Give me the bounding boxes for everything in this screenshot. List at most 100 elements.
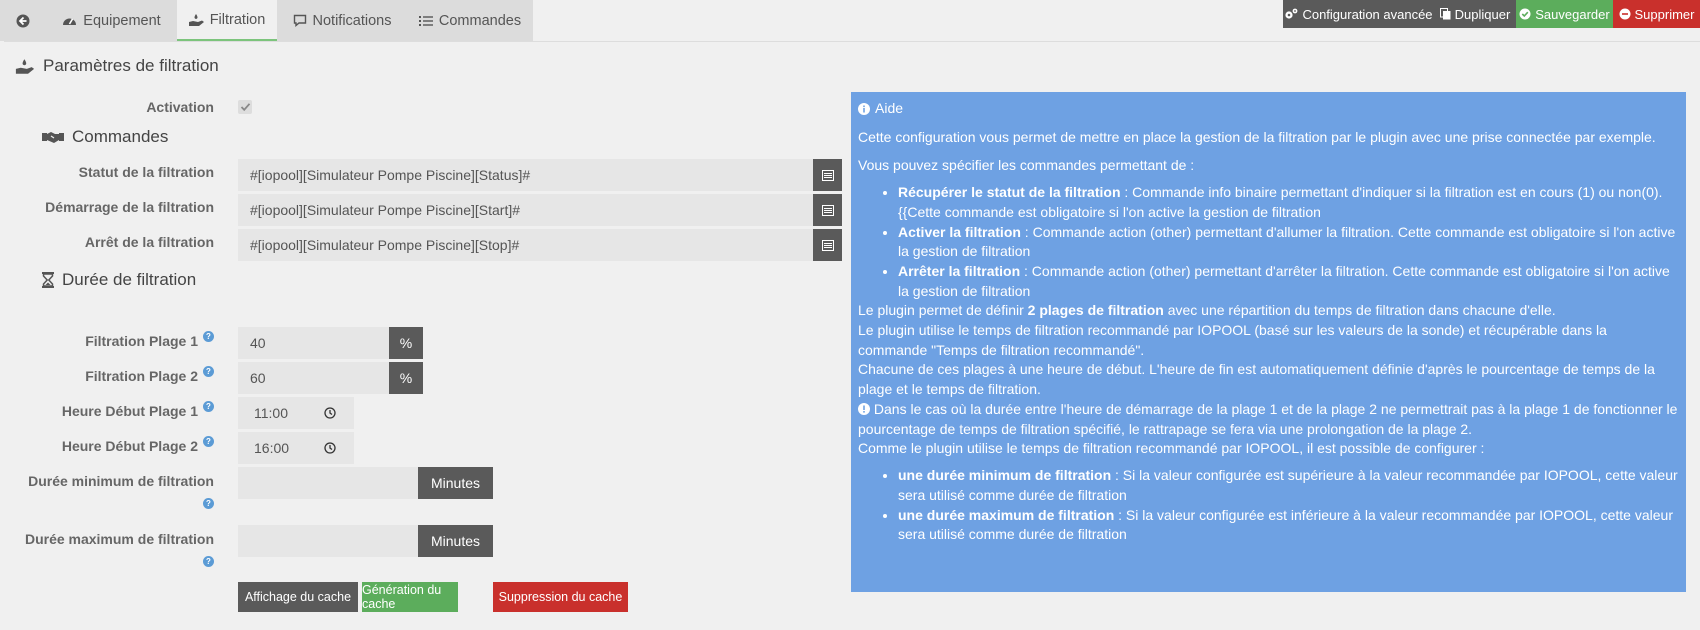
list-icon (418, 15, 433, 26)
checkmark-icon (240, 103, 250, 112)
tab-filtration[interactable]: Filtration (177, 0, 277, 41)
plage2-help-icon[interactable]: ? (203, 366, 214, 377)
delete-button[interactable]: Supprimer (1613, 0, 1700, 28)
tab-notifications-label: Notifications (312, 12, 392, 29)
help-command-name: Arrêter la filtration (898, 263, 1021, 280)
advanced-config-label: Configuration avancée (1302, 6, 1433, 22)
back-arrow-icon (16, 14, 30, 27)
tab-commandes-label: Commandes (438, 12, 522, 29)
help-plages-line4-text: Dans le cas où la durée entre l'heure de… (858, 400, 1678, 437)
help-minmax-name: une durée maximum de filtration (898, 506, 1115, 523)
handshake-icon (42, 132, 64, 143)
comment-icon (293, 14, 306, 27)
help-title: Aide (858, 99, 1680, 119)
heure2-time-input[interactable]: 16:00 (238, 432, 354, 464)
statut-label: Statut de la filtration (78, 164, 214, 180)
cache-delete-button[interactable]: Suppression du cache (493, 582, 628, 612)
list-alt-icon (821, 169, 834, 181)
min-duree-label: Durée minimum de filtration (28, 473, 214, 489)
help-command-item: Arrêter la filtration : Commande action … (898, 262, 1680, 302)
tab-commandes[interactable]: Commandes (407, 0, 533, 41)
help-plages-line1: Le plugin permet de définir 2 plages de … (858, 301, 1680, 321)
help-minmax-name: une durée minimum de filtration (898, 467, 1112, 483)
delete-label: Supprimer (1634, 6, 1695, 22)
save-button[interactable]: Sauvegarder (1516, 0, 1613, 28)
heure1-value: 11:00 (254, 405, 288, 421)
help-minmax-item: une durée maximum de filtration : Si la … (898, 506, 1680, 546)
cogs-icon (1285, 8, 1298, 19)
plage1-help-icon[interactable]: ? (203, 331, 214, 342)
section-title-parametres: Paramètres de filtration (15, 56, 219, 76)
heure1-time-input[interactable]: 11:00 (238, 397, 354, 429)
tab-filtration-label: Filtration (209, 11, 266, 28)
help-command-item: Activer la filtration : Commande action … (898, 223, 1680, 263)
minus-circle-icon (1619, 8, 1631, 20)
help-plages-line2: Le plugin utilise le temps de filtration… (858, 321, 1607, 358)
help-plages-line3: Chacune de ces plages à une heure de déb… (858, 361, 1655, 398)
list-alt-icon (821, 204, 834, 216)
commandes-title-text: Commandes (72, 127, 169, 146)
duplicate-label: Dupliquer (1454, 6, 1511, 22)
section-title-commandes: Commandes (42, 127, 168, 147)
save-label: Sauvegarder (1535, 6, 1610, 22)
max-duree-label: Durée maximum de filtration (24, 531, 214, 547)
statut-input[interactable]: #[iopool][Simulateur Pompe Piscine][Stat… (238, 159, 813, 191)
section-title-text: Paramètres de filtration (43, 56, 219, 75)
heure1-help-icon[interactable]: ? (203, 401, 214, 412)
help-commands-list: Récupérer le statut de la filtration : C… (858, 183, 1680, 302)
max-duree-help-icon[interactable]: ? (203, 556, 214, 567)
arret-input[interactable]: #[iopool][Simulateur Pompe Piscine][Stop… (238, 229, 813, 261)
help-command-item: Récupérer le statut de la filtration : C… (898, 183, 1680, 223)
help-commands-intro: Vous pouvez spécifier les commandes perm… (858, 157, 1195, 173)
activation-label: Activation (146, 99, 214, 115)
help-plages-prefix: Le plugin permet de définir (858, 302, 1028, 318)
heure2-label: Heure Début Plage 2 (61, 438, 198, 454)
demarrage-input[interactable]: #[iopool][Simulateur Pompe Piscine][Star… (238, 194, 813, 226)
plage1-percent-addon: % (389, 327, 423, 359)
help-command-name: Activer la filtration (898, 223, 1021, 240)
list-alt-icon (821, 239, 834, 251)
duplicate-button[interactable]: Dupliquer (1434, 0, 1516, 28)
help-intro: Cette configuration vous permet de mettr… (858, 129, 1656, 145)
help-minmax-item: une durée minimum de filtration : Si la … (898, 466, 1680, 506)
help-minmax-list: une durée minimum de filtration : Si la … (858, 466, 1680, 545)
heure2-help-icon[interactable]: ? (203, 436, 214, 447)
min-duree-minutes-addon: Minutes (418, 467, 493, 499)
help-plages-block: Le plugin permet de définir 2 plages de … (858, 301, 1680, 440)
help-command-name: Récupérer le statut de la filtration (898, 184, 1121, 200)
heure2-value: 16:00 (254, 440, 290, 456)
section-title-duree: Durée de filtration (42, 270, 196, 290)
min-duree-help-icon[interactable]: ? (203, 498, 214, 509)
heure1-label: Heure Début Plage 1 (61, 403, 198, 419)
activation-checkbox[interactable] (238, 100, 252, 114)
exclamation-circle-icon (858, 402, 870, 415)
hand-holding-water-icon (188, 13, 204, 26)
min-duree-input[interactable] (238, 467, 418, 499)
arret-select-button[interactable] (813, 229, 842, 261)
dashboard-icon (63, 18, 77, 25)
plage2-label: Filtration Plage 2 (85, 368, 198, 384)
cache-display-button[interactable]: Affichage du cache (238, 582, 358, 612)
arret-label: Arrêt de la filtration (84, 234, 214, 250)
help-plages-line4: Dans le cas où la durée entre l'heure de… (858, 400, 1680, 440)
demarrage-label: Démarrage de la filtration (45, 199, 214, 215)
max-duree-input[interactable] (238, 525, 418, 557)
cache-generate-button[interactable]: Génération du cache (362, 582, 458, 612)
max-duree-minutes-addon: Minutes (418, 525, 493, 557)
plage1-input[interactable]: 40 (238, 327, 389, 359)
advanced-config-button[interactable]: Configuration avancée (1283, 0, 1434, 28)
tab-notifications[interactable]: Notifications (277, 0, 407, 41)
tab-equipement-label: Equipement (83, 12, 161, 29)
plage2-input[interactable]: 60 (238, 362, 389, 394)
tab-equipement[interactable]: Equipement (46, 0, 177, 41)
help-panel: Aide Cette configuration vous permet de … (851, 92, 1686, 592)
demarrage-select-button[interactable] (813, 194, 842, 226)
help-minmax-intro: Comme le plugin utilise le temps de filt… (858, 440, 1485, 456)
hand-holding-water-icon (15, 58, 35, 74)
plage2-percent-addon: % (389, 362, 423, 394)
hourglass-icon (42, 272, 54, 288)
help-title-text: Aide (875, 100, 904, 116)
statut-select-button[interactable] (813, 159, 842, 191)
back-tab[interactable] (0, 0, 46, 41)
check-circle-icon (1519, 8, 1531, 20)
